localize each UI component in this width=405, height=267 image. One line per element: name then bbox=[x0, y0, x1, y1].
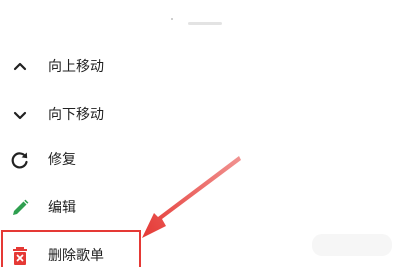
chevron-down-icon bbox=[8, 103, 32, 127]
menu-item-label: 向上移动 bbox=[48, 59, 104, 75]
decorative-dot bbox=[171, 18, 173, 20]
trash-icon bbox=[8, 244, 32, 267]
menu-item-delete-playlist[interactable]: 删除歌单 bbox=[0, 236, 300, 267]
bottom-sheet-menu: 向上移动 向下移动 修复 编辑 删除歌单 bbox=[0, 0, 405, 267]
menu-item-move-down[interactable]: 向下移动 bbox=[0, 95, 300, 135]
menu-item-label: 删除歌单 bbox=[48, 248, 104, 264]
menu-item-repair[interactable]: 修复 bbox=[0, 140, 300, 180]
menu-item-move-up[interactable]: 向上移动 bbox=[0, 47, 300, 87]
menu-item-label: 修复 bbox=[48, 152, 76, 168]
background-smudge bbox=[312, 234, 392, 256]
refresh-icon bbox=[8, 148, 32, 172]
menu-item-label: 编辑 bbox=[48, 200, 76, 216]
menu-item-edit[interactable]: 编辑 bbox=[0, 188, 300, 228]
pencil-icon bbox=[8, 196, 32, 220]
menu-item-label: 向下移动 bbox=[48, 107, 104, 123]
chevron-up-icon bbox=[8, 55, 32, 79]
sheet-drag-handle[interactable] bbox=[188, 22, 222, 25]
